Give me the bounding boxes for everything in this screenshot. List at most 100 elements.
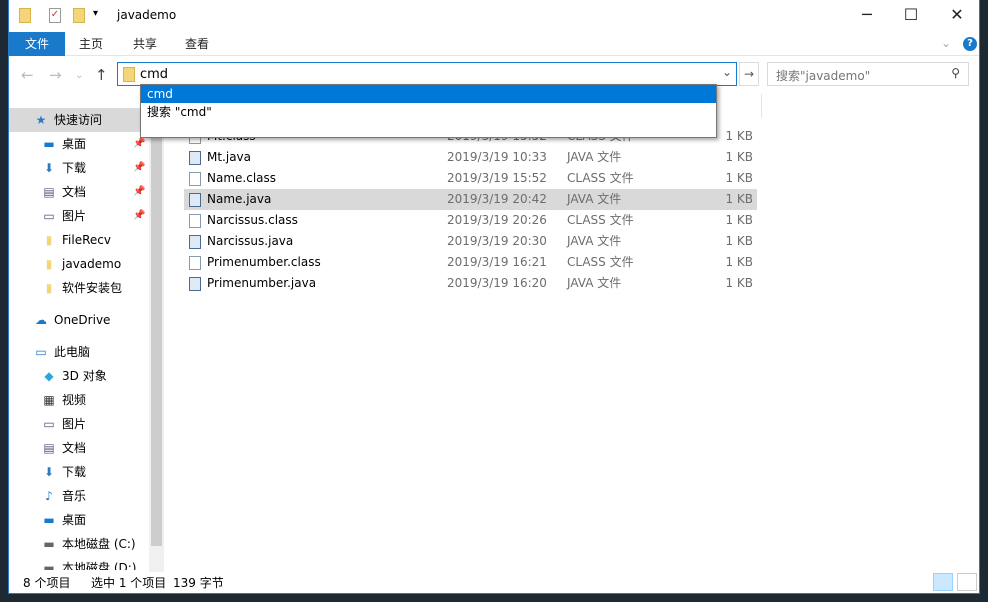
address-bar[interactable]: cmd ⌄	[117, 62, 737, 86]
maximize-button[interactable]: ☐	[891, 4, 931, 28]
file-date: 2019/3/19 20:30	[447, 234, 547, 248]
nav-item[interactable]: ☁ OneDrive	[33, 308, 110, 332]
pin-icon[interactable]: 📌	[133, 162, 145, 173]
forward-button[interactable]: →	[49, 66, 62, 84]
file-row[interactable]: Narcissus.class 2019/3/19 20:26 CLASS 文件…	[184, 210, 757, 231]
folder-icon	[19, 8, 31, 23]
pin-icon[interactable]: 📌	[133, 138, 145, 149]
download-icon: ⬇	[43, 161, 55, 175]
tab-share[interactable]: 共享	[123, 32, 167, 56]
tab-home[interactable]: 主页	[69, 32, 113, 56]
selection-count: 选中 1 个项目	[91, 576, 167, 590]
nav-item-label: 桌面	[62, 137, 87, 151]
nav-item[interactable]: ▭ 此电脑	[33, 340, 90, 364]
nav-item-label: OneDrive	[54, 313, 111, 327]
nav-item[interactable]: ▦ 视频	[41, 388, 86, 412]
go-button[interactable]: →	[739, 62, 759, 86]
nav-item[interactable]: ▤ 文档	[41, 180, 86, 204]
chevron-down-icon[interactable]: ⌄	[722, 65, 732, 79]
file-row[interactable]: Name.class 2019/3/19 15:52 CLASS 文件 1 KB	[184, 168, 757, 189]
nav-item-label: 桌面	[62, 513, 87, 527]
video-icon: ▦	[43, 393, 55, 407]
customize-toolbar-icon[interactable]: ▾	[93, 8, 98, 19]
nav-item-label: 文档	[62, 441, 87, 455]
nav-item[interactable]: ▭ 图片	[41, 204, 86, 228]
details-view-button[interactable]	[933, 573, 953, 591]
scroll-thumb[interactable]	[151, 126, 162, 546]
nav-item-label: 文档	[62, 185, 87, 199]
nav-item-label: FileRecv	[62, 233, 111, 247]
tab-view[interactable]: 查看	[175, 32, 219, 56]
nav-item-label: 下载	[62, 465, 87, 479]
nav-item-label: 音乐	[62, 489, 87, 503]
tab-file[interactable]: 文件	[9, 32, 65, 56]
desktop-icon: ▬	[43, 137, 55, 151]
nav-item-label: javademo	[62, 257, 122, 271]
file-type: JAVA 文件	[567, 276, 622, 290]
file-type: CLASS 文件	[567, 255, 634, 269]
nav-item-label: 快速访问	[54, 113, 103, 127]
nav-item[interactable]: ▭ 图片	[41, 412, 86, 436]
suggestion-item[interactable]: cmd	[141, 85, 716, 103]
picture-icon: ▭	[43, 209, 55, 223]
nav-item-label: 本地磁盘 (D:)	[62, 561, 137, 570]
pin-icon[interactable]: 📌	[133, 186, 145, 197]
nav-scrollbar[interactable]	[149, 108, 164, 572]
nav-item[interactable]: ♪ 音乐	[41, 484, 86, 508]
suggestion-item[interactable]: 搜索 "cmd"	[141, 103, 716, 121]
folder-icon: ▮	[45, 233, 53, 247]
file-row[interactable]: Name.java 2019/3/19 20:42 JAVA 文件 1 KB	[184, 189, 757, 210]
nav-item[interactable]: ▤ 文档	[41, 436, 86, 460]
properties-icon[interactable]: ✓	[49, 8, 61, 23]
column-divider	[761, 94, 762, 118]
file-name: Mt.java	[207, 150, 252, 164]
explorer-window: ✓ ▾ javademo ─ ☐ ✕ 文件 主页 共享 查看 ⌄ ? ← → ⌄…	[8, 0, 980, 594]
nav-item[interactable]: ▮ 软件安装包	[41, 276, 122, 300]
nav-item-label: 3D 对象	[62, 369, 107, 383]
address-input[interactable]: cmd	[140, 67, 168, 82]
file-name: Primenumber.class	[207, 255, 321, 269]
file-row[interactable]: Primenumber.java 2019/3/19 16:20 JAVA 文件…	[184, 273, 757, 294]
recent-locations-button[interactable]: ⌄	[75, 70, 83, 81]
nav-item[interactable]: ▬ 桌面	[41, 132, 86, 156]
desktop-icon: ▬	[43, 513, 55, 527]
chevron-down-icon[interactable]: ⌄	[941, 36, 951, 50]
nav-item[interactable]: ◆ 3D 对象	[41, 364, 107, 388]
file-type: JAVA 文件	[567, 150, 622, 164]
nav-item[interactable]: ▮ javademo	[41, 252, 122, 276]
new-folder-icon[interactable]	[73, 8, 85, 23]
search-input[interactable]: 搜索"javademo"	[776, 69, 870, 83]
minimize-button[interactable]: ─	[847, 4, 887, 28]
nav-item[interactable]: ▬ 本地磁盘 (D:)	[41, 556, 136, 570]
file-size: 1 KB	[725, 255, 753, 269]
file-date: 2019/3/19 10:33	[447, 150, 547, 164]
close-button[interactable]: ✕	[937, 4, 977, 28]
help-icon[interactable]: ?	[963, 37, 977, 51]
nav-item[interactable]: ▬ 本地磁盘 (C:)	[41, 532, 135, 556]
up-button[interactable]: ↑	[95, 66, 108, 84]
java-file-icon	[189, 151, 201, 165]
file-row[interactable]: Narcissus.java 2019/3/19 20:30 JAVA 文件 1…	[184, 231, 757, 252]
cloud-icon: ☁	[35, 313, 47, 327]
class-file-icon	[189, 256, 201, 270]
class-file-icon	[189, 172, 201, 186]
large-icons-view-button[interactable]	[957, 573, 977, 591]
nav-item[interactable]: ▬ 桌面	[41, 508, 86, 532]
file-row[interactable]: Mt.java 2019/3/19 10:33 JAVA 文件 1 KB	[184, 147, 757, 168]
file-row[interactable]: Primenumber.class 2019/3/19 16:21 CLASS …	[184, 252, 757, 273]
class-file-icon	[189, 214, 201, 228]
document-icon: ▤	[43, 185, 55, 199]
title-bar: ✓ ▾ javademo ─ ☐ ✕	[9, 0, 979, 32]
file-name: Name.class	[207, 171, 277, 185]
pin-icon[interactable]: 📌	[133, 210, 145, 221]
nav-item-label: 图片	[62, 417, 87, 431]
nav-item[interactable]: ▮ FileRecv	[41, 228, 111, 252]
nav-item[interactable]: ★ 快速访问	[9, 108, 149, 132]
nav-item[interactable]: ⬇ 下载	[41, 156, 86, 180]
file-type: CLASS 文件	[567, 213, 634, 227]
back-button[interactable]: ←	[21, 66, 34, 84]
search-box[interactable]: 搜索"javademo" ⚲	[767, 62, 969, 86]
file-size: 1 KB	[725, 234, 753, 248]
nav-item[interactable]: ⬇ 下载	[41, 460, 86, 484]
drive-icon: ▬	[43, 561, 55, 571]
